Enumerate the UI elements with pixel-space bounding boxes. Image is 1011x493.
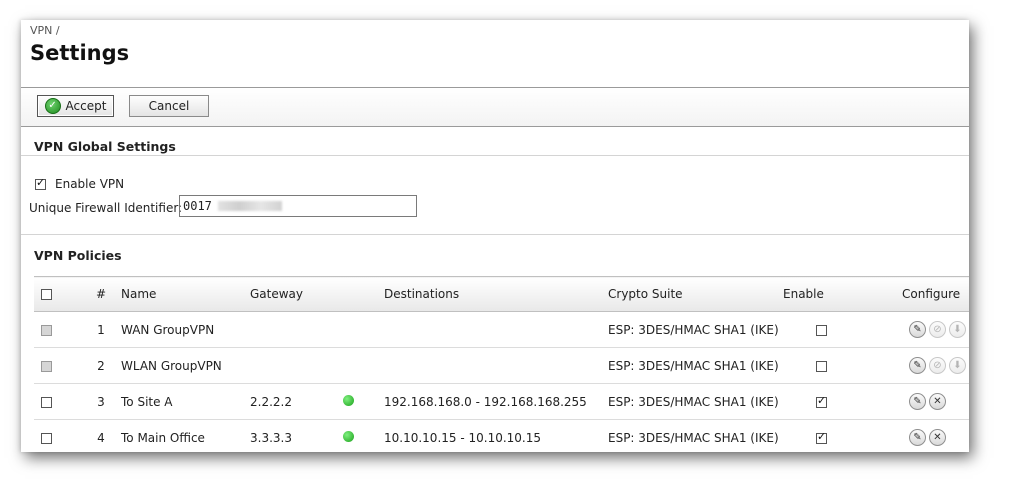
table-row: 4 To Main Office 3.3.3.3 10.10.10.15 - 10.1… — [34, 419, 969, 452]
row-status — [342, 419, 383, 452]
col-destinations[interactable]: Destinations — [383, 276, 607, 312]
row-gateway — [249, 311, 342, 348]
col-configure: Configure — [901, 276, 969, 312]
row-destinations: 192.168.168.0 - 192.168.168.255 — [383, 383, 607, 420]
accept-label: Accept — [65, 99, 107, 113]
row-enable-checkbox[interactable] — [816, 394, 827, 408]
row-number: 3 — [82, 383, 120, 420]
vpn-policies-title: VPN Policies — [34, 248, 122, 263]
divider — [21, 234, 969, 235]
row-enable-cell — [782, 311, 901, 348]
row-select-checkbox[interactable] — [41, 396, 52, 408]
row-gateway: 3.3.3.3 — [249, 419, 342, 452]
firewall-identifier-input[interactable]: 0017 — [179, 195, 417, 217]
status-up-icon — [343, 430, 354, 442]
row-number: 1 — [82, 311, 120, 348]
breadcrumb[interactable]: VPN / — [30, 24, 60, 37]
row-name: WLAN GroupVPN — [120, 347, 249, 384]
enable-vpn-label: Enable VPN — [55, 177, 125, 191]
delete-icon[interactable]: ✕ — [929, 393, 946, 410]
edit-icon[interactable]: ✎ — [909, 357, 926, 374]
disable-icon[interactable]: ⊘ — [929, 321, 946, 338]
cancel-button[interactable]: Cancel — [129, 95, 209, 117]
edit-icon[interactable]: ✎ — [909, 429, 926, 446]
toolbar: ✓ Accept Cancel — [21, 87, 969, 127]
row-enable-checkbox[interactable] — [816, 324, 827, 336]
redacted-text — [217, 201, 282, 211]
row-name: To Site A — [120, 383, 249, 420]
col-number[interactable]: # — [82, 276, 120, 312]
row-select-checkbox[interactable] — [41, 432, 52, 444]
row-status — [342, 347, 383, 384]
row-status — [342, 311, 383, 348]
select-all-checkbox[interactable] — [41, 289, 52, 300]
select-all-header — [34, 276, 82, 312]
row-select-checkbox[interactable] — [41, 360, 52, 372]
row-crypto-suite: ESP: 3DES/HMAC SHA1 (IKE) — [607, 419, 782, 452]
row-number: 4 — [82, 419, 120, 452]
row-enable-cell — [782, 419, 901, 452]
table-header-row: # Name Gateway Destinations Crypto Suite… — [34, 276, 969, 312]
row-configure: ✎ ⊘ ⬇ — [901, 347, 969, 384]
row-destinations: 10.10.10.15 - 10.10.10.15 — [383, 419, 607, 452]
table-row: 2 WLAN GroupVPN ESP: 3DES/HMAC SHA1 (IKE) ✎… — [34, 347, 969, 384]
export-icon[interactable]: ⬇ — [949, 321, 966, 338]
row-crypto-suite: ESP: 3DES/HMAC SHA1 (IKE) — [607, 311, 782, 348]
accept-button[interactable]: ✓ Accept — [37, 95, 114, 117]
col-crypto-suite[interactable]: Crypto Suite — [607, 276, 782, 312]
row-select-cell — [34, 347, 82, 384]
divider — [21, 155, 969, 156]
vpn-policies-table: # Name Gateway Destinations Crypto Suite… — [34, 276, 969, 452]
enable-vpn-row: Enable VPN — [35, 176, 125, 191]
row-status — [342, 383, 383, 420]
page-title: Settings — [30, 41, 130, 65]
col-gateway[interactable]: Gateway — [249, 276, 342, 312]
row-select-cell — [34, 419, 82, 452]
table-row: 3 To Site A 2.2.2.2 192.168.168.0 - 192.168… — [34, 383, 969, 420]
row-destinations — [383, 347, 607, 384]
edit-icon[interactable]: ✎ — [909, 393, 926, 410]
global-settings-title: VPN Global Settings — [34, 139, 176, 154]
policy-table-body: 1 WAN GroupVPN ESP: 3DES/HMAC SHA1 (IKE) ✎ ⊘… — [34, 311, 969, 452]
checkmark-icon: ✓ — [44, 98, 61, 114]
delete-icon[interactable]: ✕ — [929, 429, 946, 446]
disable-icon[interactable]: ⊘ — [929, 357, 946, 374]
settings-window: VPN / Settings ✓ Accept Cancel VPN Globa… — [21, 20, 969, 452]
row-crypto-suite: ESP: 3DES/HMAC SHA1 (IKE) — [607, 383, 782, 420]
row-gateway: 2.2.2.2 — [249, 383, 342, 420]
row-select-checkbox[interactable] — [41, 324, 52, 336]
table-row: 1 WAN GroupVPN ESP: 3DES/HMAC SHA1 (IKE) ✎ ⊘… — [34, 311, 969, 348]
col-enable[interactable]: Enable — [782, 276, 901, 312]
cancel-label: Cancel — [148, 99, 190, 113]
row-enable-checkbox[interactable] — [816, 360, 827, 372]
export-icon[interactable]: ⬇ — [949, 357, 966, 374]
col-status — [342, 276, 383, 312]
col-name[interactable]: Name — [120, 276, 249, 312]
row-gateway — [249, 347, 342, 384]
row-configure: ✎ ✕ — [901, 383, 969, 420]
row-enable-cell — [782, 383, 901, 420]
firewall-identifier-value: 0017 — [183, 199, 212, 213]
row-enable-cell — [782, 347, 901, 384]
row-destinations — [383, 311, 607, 348]
row-name: WAN GroupVPN — [120, 311, 249, 348]
status-up-icon — [343, 394, 354, 406]
row-select-cell — [34, 383, 82, 420]
row-crypto-suite: ESP: 3DES/HMAC SHA1 (IKE) — [607, 347, 782, 384]
firewall-identifier-label: Unique Firewall Identifier: — [29, 201, 183, 215]
row-enable-checkbox[interactable] — [816, 430, 827, 444]
row-configure: ✎ ⊘ ⬇ — [901, 311, 969, 348]
edit-icon[interactable]: ✎ — [909, 321, 926, 338]
row-select-cell — [34, 311, 82, 348]
row-number: 2 — [82, 347, 120, 384]
row-name: To Main Office — [120, 419, 249, 452]
enable-vpn-checkbox[interactable] — [35, 176, 46, 190]
row-configure: ✎ ✕ — [901, 419, 969, 452]
